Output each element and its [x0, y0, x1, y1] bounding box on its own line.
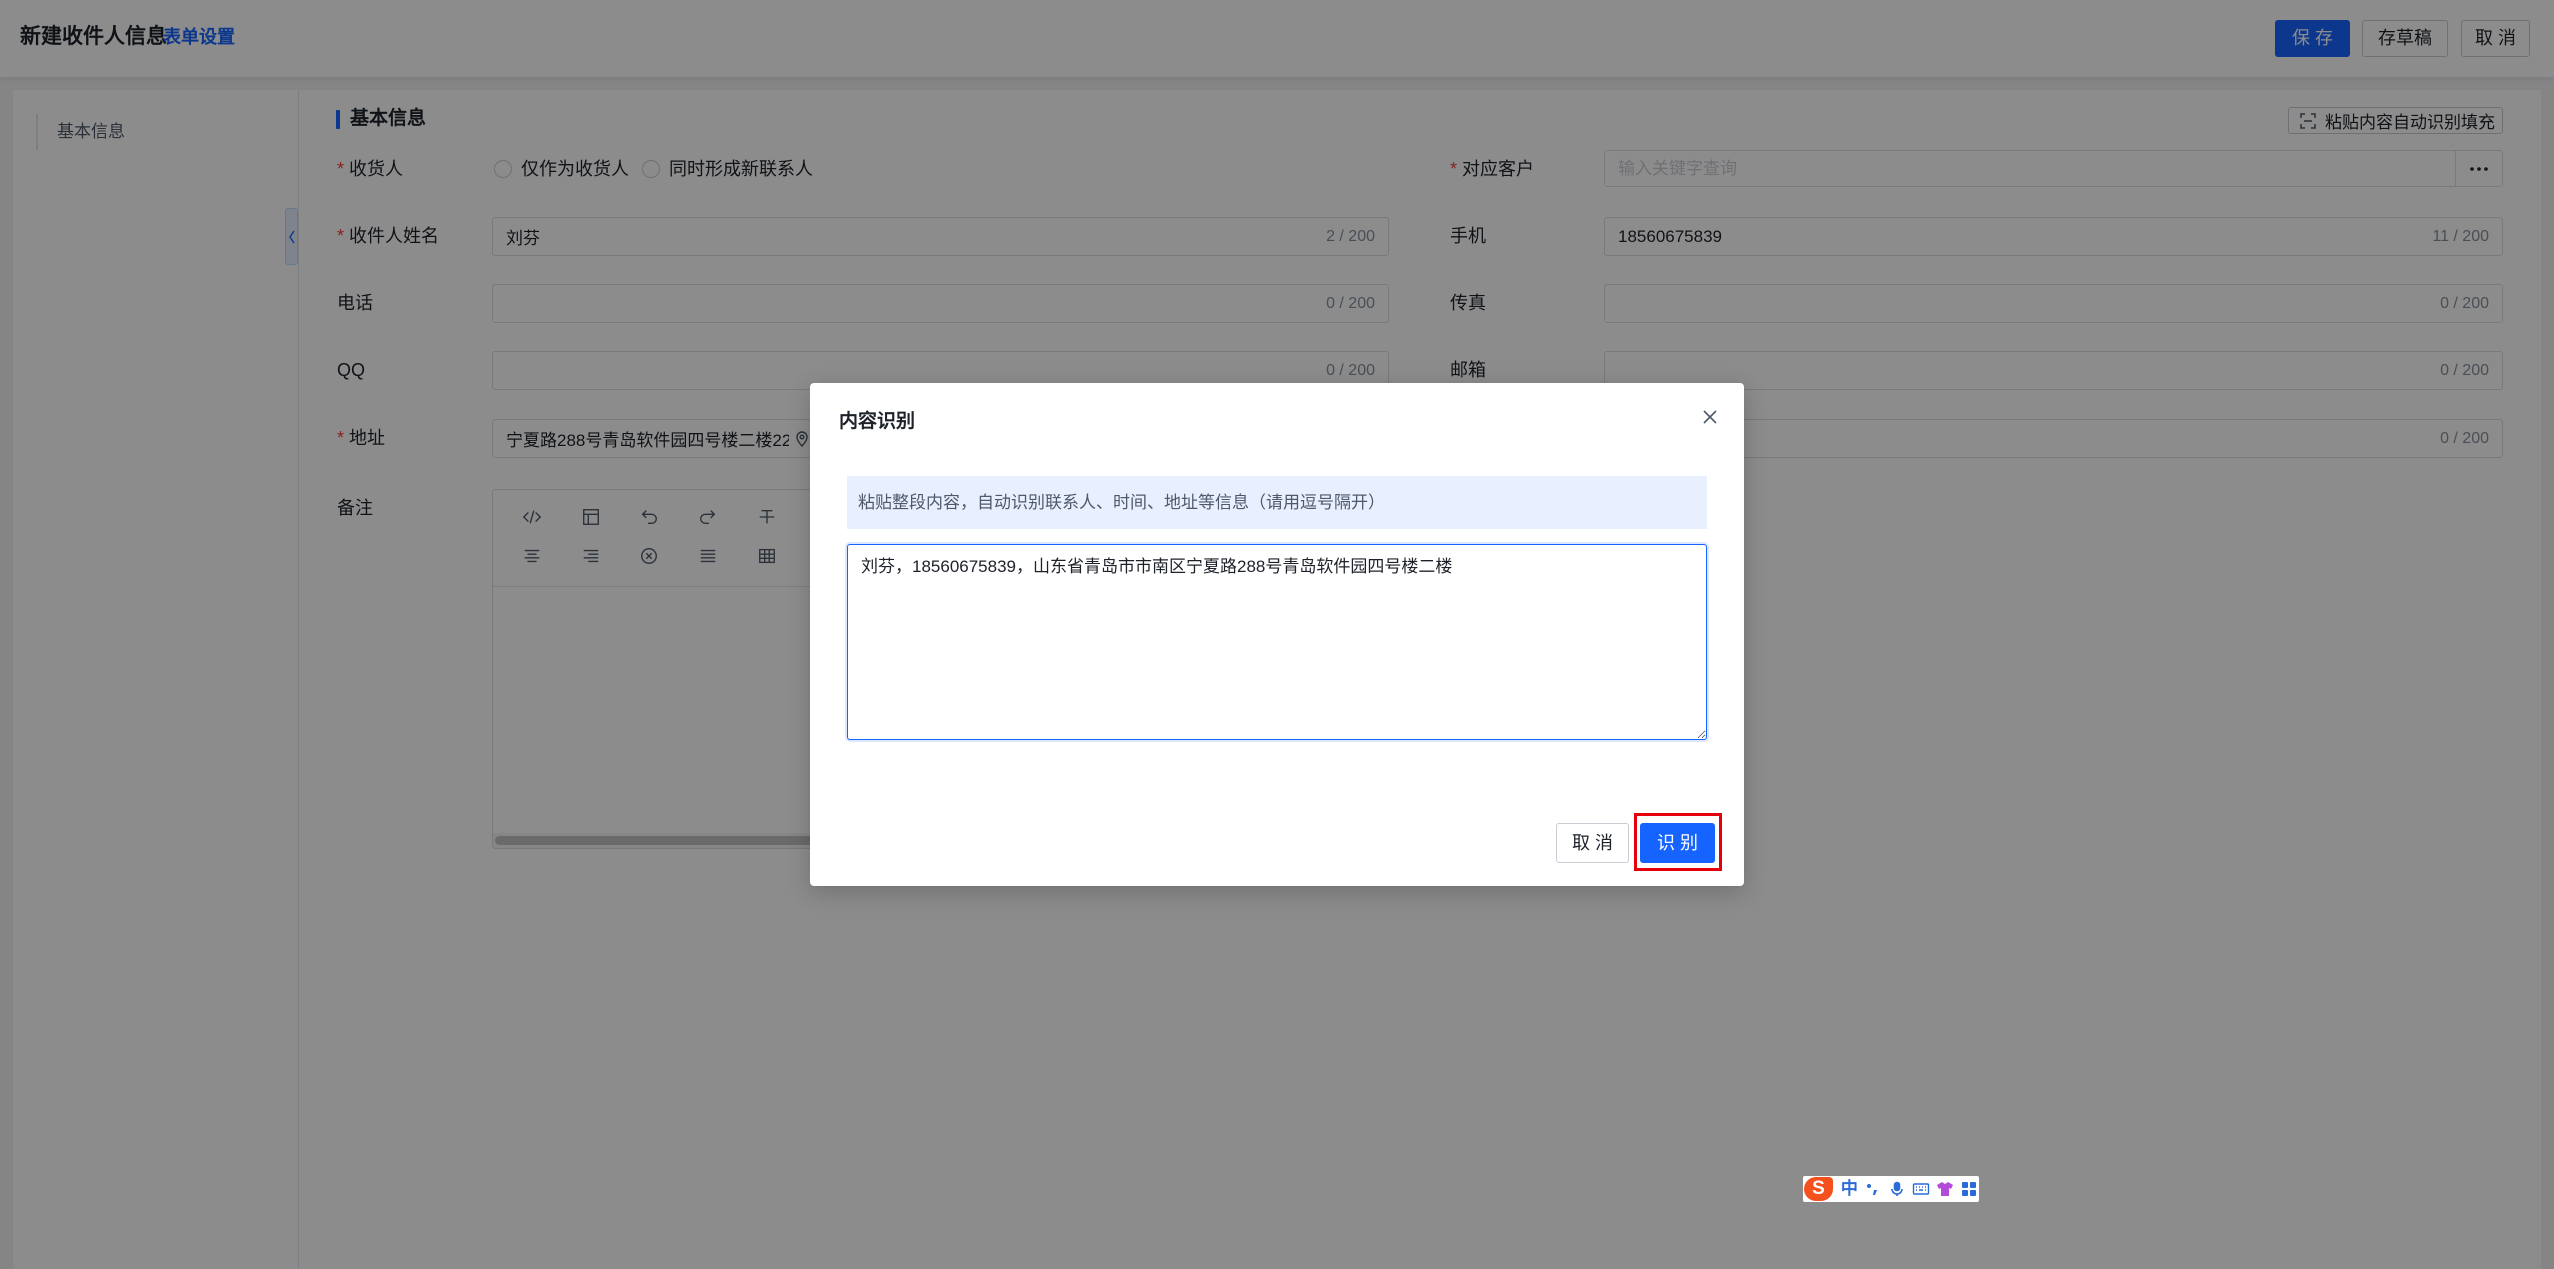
content-recognition-dialog: 内容识别 粘贴整段内容，自动识别联系人、时间、地址等信息（请用逗号隔开） 刘芬，…	[810, 383, 1744, 886]
punctuation-icon	[1867, 1184, 1878, 1195]
recognition-textarea[interactable]: 刘芬，18560675839，山东省青岛市市南区宁夏路288号青岛软件园四号楼二…	[847, 544, 1707, 740]
ime-logo[interactable]: S	[1804, 1177, 1833, 1201]
ime-skin-button[interactable]	[1936, 1179, 1955, 1199]
recognize-button[interactable]: 识别	[1640, 823, 1715, 863]
ime-voice-button[interactable]	[1887, 1179, 1906, 1199]
keyboard-icon	[1912, 1183, 1930, 1195]
ime-keyboard-button[interactable]	[1911, 1179, 1930, 1199]
dialog-cancel-button[interactable]: 取消	[1556, 823, 1629, 863]
dialog-close-button[interactable]	[1698, 405, 1722, 429]
ime-language-toggle[interactable]: 中	[1841, 1177, 1858, 1201]
dialog-hint: 粘贴整段内容，自动识别联系人、时间、地址等信息（请用逗号隔开）	[847, 476, 1707, 529]
microphone-icon	[1890, 1181, 1903, 1196]
ime-toolbar: S 中	[1803, 1176, 1979, 1202]
dialog-title: 内容识别	[839, 411, 916, 432]
skin-icon	[1937, 1182, 1954, 1196]
close-icon	[1703, 410, 1717, 424]
ime-punctuation-button[interactable]	[1863, 1179, 1882, 1199]
toolbox-icon	[1962, 1182, 1977, 1196]
ime-toolbox-button[interactable]	[1960, 1179, 1979, 1199]
